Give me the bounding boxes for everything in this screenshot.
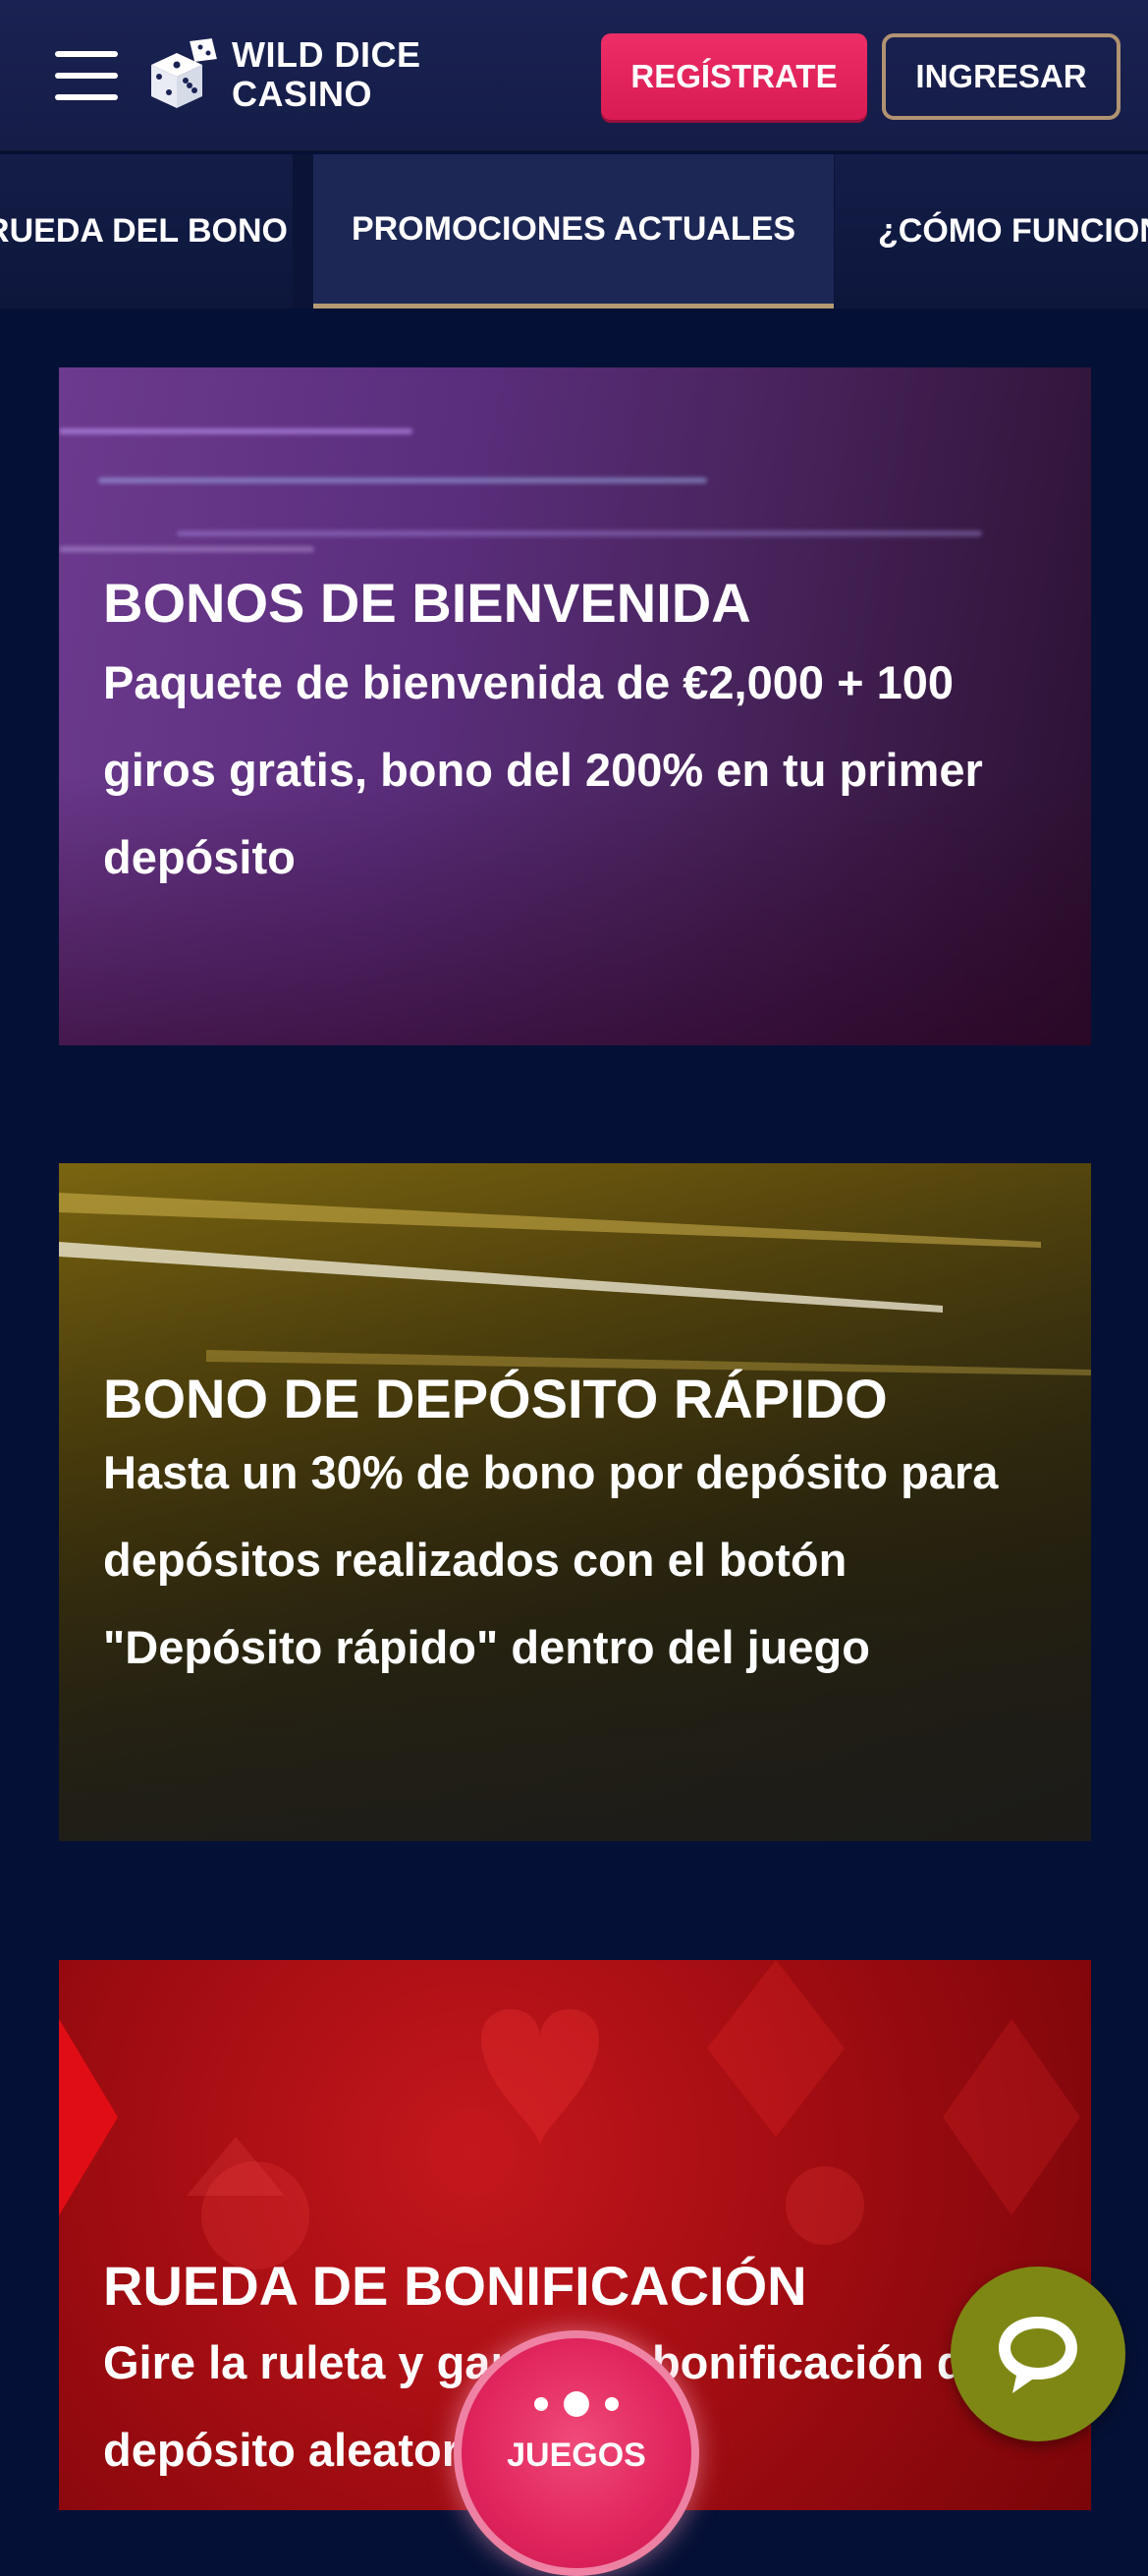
promo-description: Hasta un 30% de bono por depósito para d…: [103, 1446, 999, 1673]
menu-icon[interactable]: [55, 51, 118, 100]
tab-current-promotions[interactable]: PROMOCIONES ACTUALES: [313, 154, 834, 308]
promo-title: BONO DE DEPÓSITO RÁPIDO: [103, 1368, 888, 1429]
tab-bonus-wheel[interactable]: RUEDA DEL BONO: [0, 154, 293, 308]
promo-description: Paquete de bienvenida de €2,000 + 100 gi…: [103, 656, 983, 883]
dice-logo-icon: [151, 38, 217, 108]
top-header: WILD DICE CASINO REGÍSTRATE INGRESAR: [0, 0, 1148, 152]
games-button-label: JUEGOS: [507, 2436, 646, 2474]
promo-title: RUEDA DE BONIFICACIÓN: [103, 2255, 807, 2317]
live-chat-button[interactable]: [951, 2267, 1125, 2441]
logo-line-2: CASINO: [232, 74, 373, 114]
promo-card-fast-deposit[interactable]: BONO DE DEPÓSITO RÁPIDO Hasta un 30% de …: [59, 1163, 1091, 1841]
login-button[interactable]: INGRESAR: [882, 33, 1121, 120]
games-dots-icon: [462, 2391, 691, 2417]
site-logo[interactable]: WILD DICE CASINO: [141, 35, 436, 114]
chat-bubble-icon: [999, 2317, 1077, 2393]
promo-tabs: RUEDA DEL BONO PROMOCIONES ACTUALES ¿CÓM…: [0, 154, 1148, 308]
promo-title: BONOS DE BIENVENIDA: [103, 572, 751, 634]
tab-how-it-works[interactable]: ¿CÓMO FUNCIONA: [835, 154, 1148, 308]
games-button[interactable]: JUEGOS: [454, 2330, 699, 2576]
promo-card-welcome[interactable]: BONOS DE BIENVENIDA Paquete de bienvenid…: [59, 367, 1091, 1045]
logo-text: WILD DICE CASINO: [232, 35, 420, 114]
register-button[interactable]: REGÍSTRATE: [601, 33, 867, 120]
logo-line-1: WILD DICE: [232, 34, 421, 75]
